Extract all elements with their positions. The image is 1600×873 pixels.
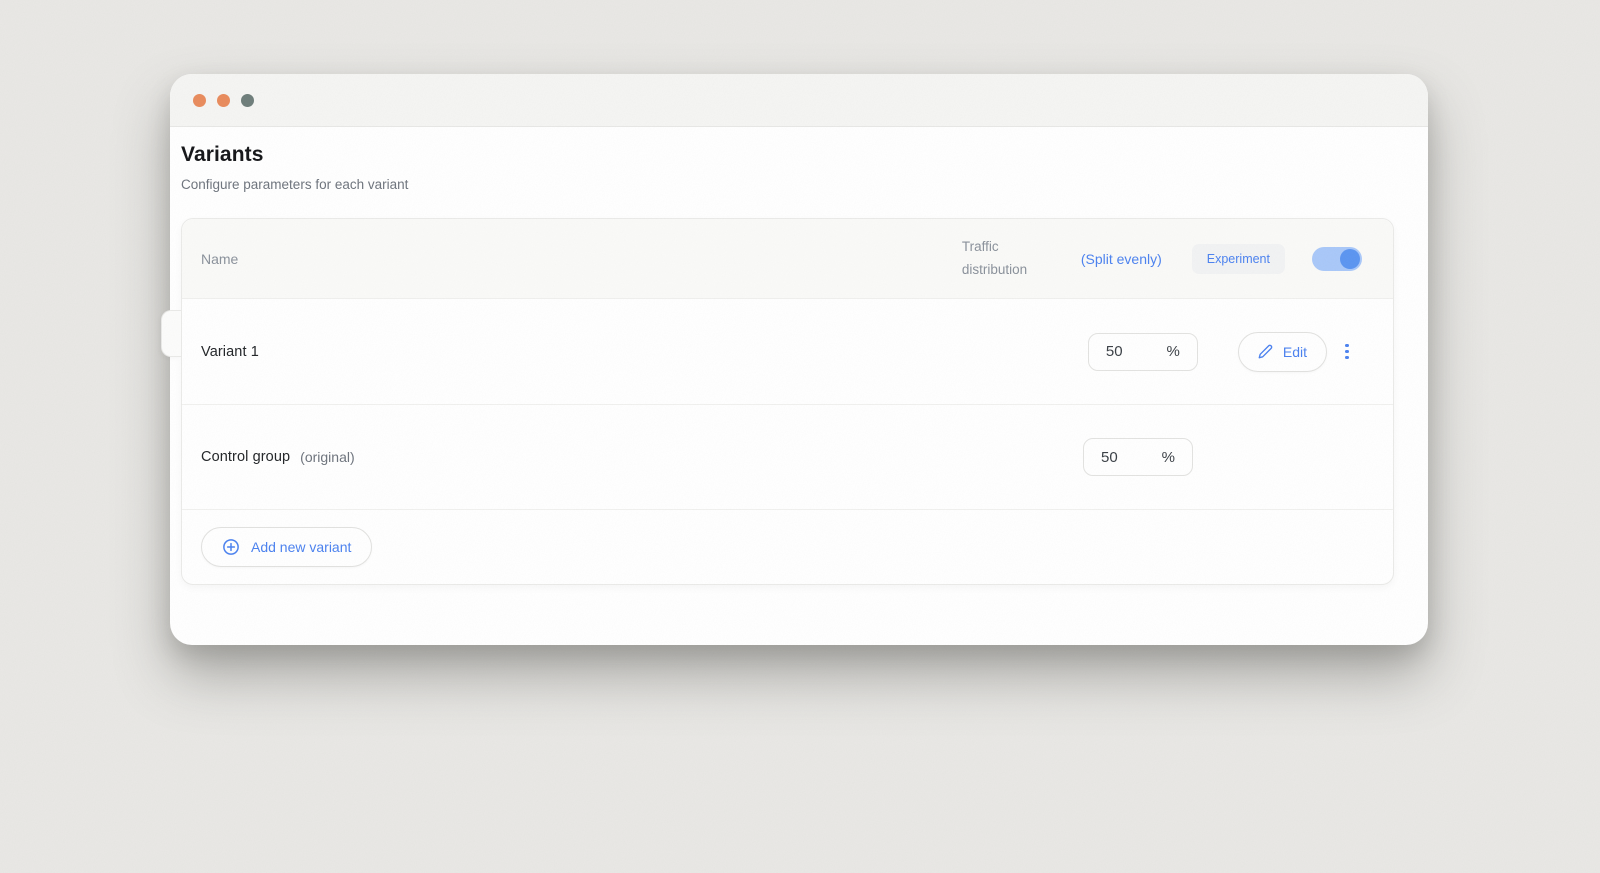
traffic-percent-field: %	[1088, 333, 1198, 371]
percent-unit-label: %	[1167, 343, 1180, 360]
table-row-control-group: Control group (original) %	[182, 404, 1393, 509]
variant-name: Variant 1	[201, 344, 259, 360]
toggle-knob	[1340, 249, 1360, 269]
column-header-name: Name	[201, 251, 238, 267]
kebab-dot	[1345, 344, 1349, 348]
add-new-variant-label: Add new variant	[251, 539, 351, 555]
window-minimize-button[interactable]	[217, 94, 230, 107]
plus-circle-icon	[222, 538, 240, 556]
variant-name-suffix: (original)	[300, 449, 354, 465]
traffic-percent-input[interactable]	[1106, 343, 1142, 360]
traffic-percent-field: %	[1083, 438, 1193, 476]
experiment-badge: Experiment	[1192, 244, 1285, 274]
edit-variant-button[interactable]: Edit	[1238, 332, 1327, 372]
pencil-icon	[1258, 344, 1273, 359]
edit-button-label: Edit	[1283, 344, 1307, 360]
kebab-dot	[1345, 350, 1349, 354]
window-content: Variants Configure parameters for each v…	[170, 127, 1428, 585]
add-new-variant-button[interactable]: Add new variant	[201, 527, 372, 567]
split-evenly-link[interactable]: (Split evenly)	[1081, 251, 1162, 267]
experiment-toggle[interactable]	[1312, 247, 1362, 271]
window-zoom-button[interactable]	[241, 94, 254, 107]
variant-name: Control group	[201, 449, 290, 465]
traffic-percent-input[interactable]	[1101, 449, 1137, 466]
variant-kebab-menu[interactable]	[1341, 340, 1353, 364]
page-subtitle: Configure parameters for each variant	[181, 177, 1394, 192]
table-header-row: Name Traffic distribution (Split evenly)…	[182, 219, 1393, 299]
table-row-variant-1: Variant 1 % Edit	[182, 299, 1393, 404]
window-titlebar	[170, 74, 1428, 127]
window-side-handle	[161, 310, 181, 357]
variants-window: Variants Configure parameters for each v…	[170, 74, 1428, 645]
window-close-button[interactable]	[193, 94, 206, 107]
variants-table: Name Traffic distribution (Split evenly)…	[181, 218, 1394, 585]
percent-unit-label: %	[1162, 449, 1175, 466]
kebab-dot	[1345, 356, 1349, 360]
table-footer-row: Add new variant	[182, 509, 1393, 584]
column-header-traffic-distribution: Traffic distribution	[962, 236, 1044, 281]
page-title: Variants	[181, 143, 1394, 167]
